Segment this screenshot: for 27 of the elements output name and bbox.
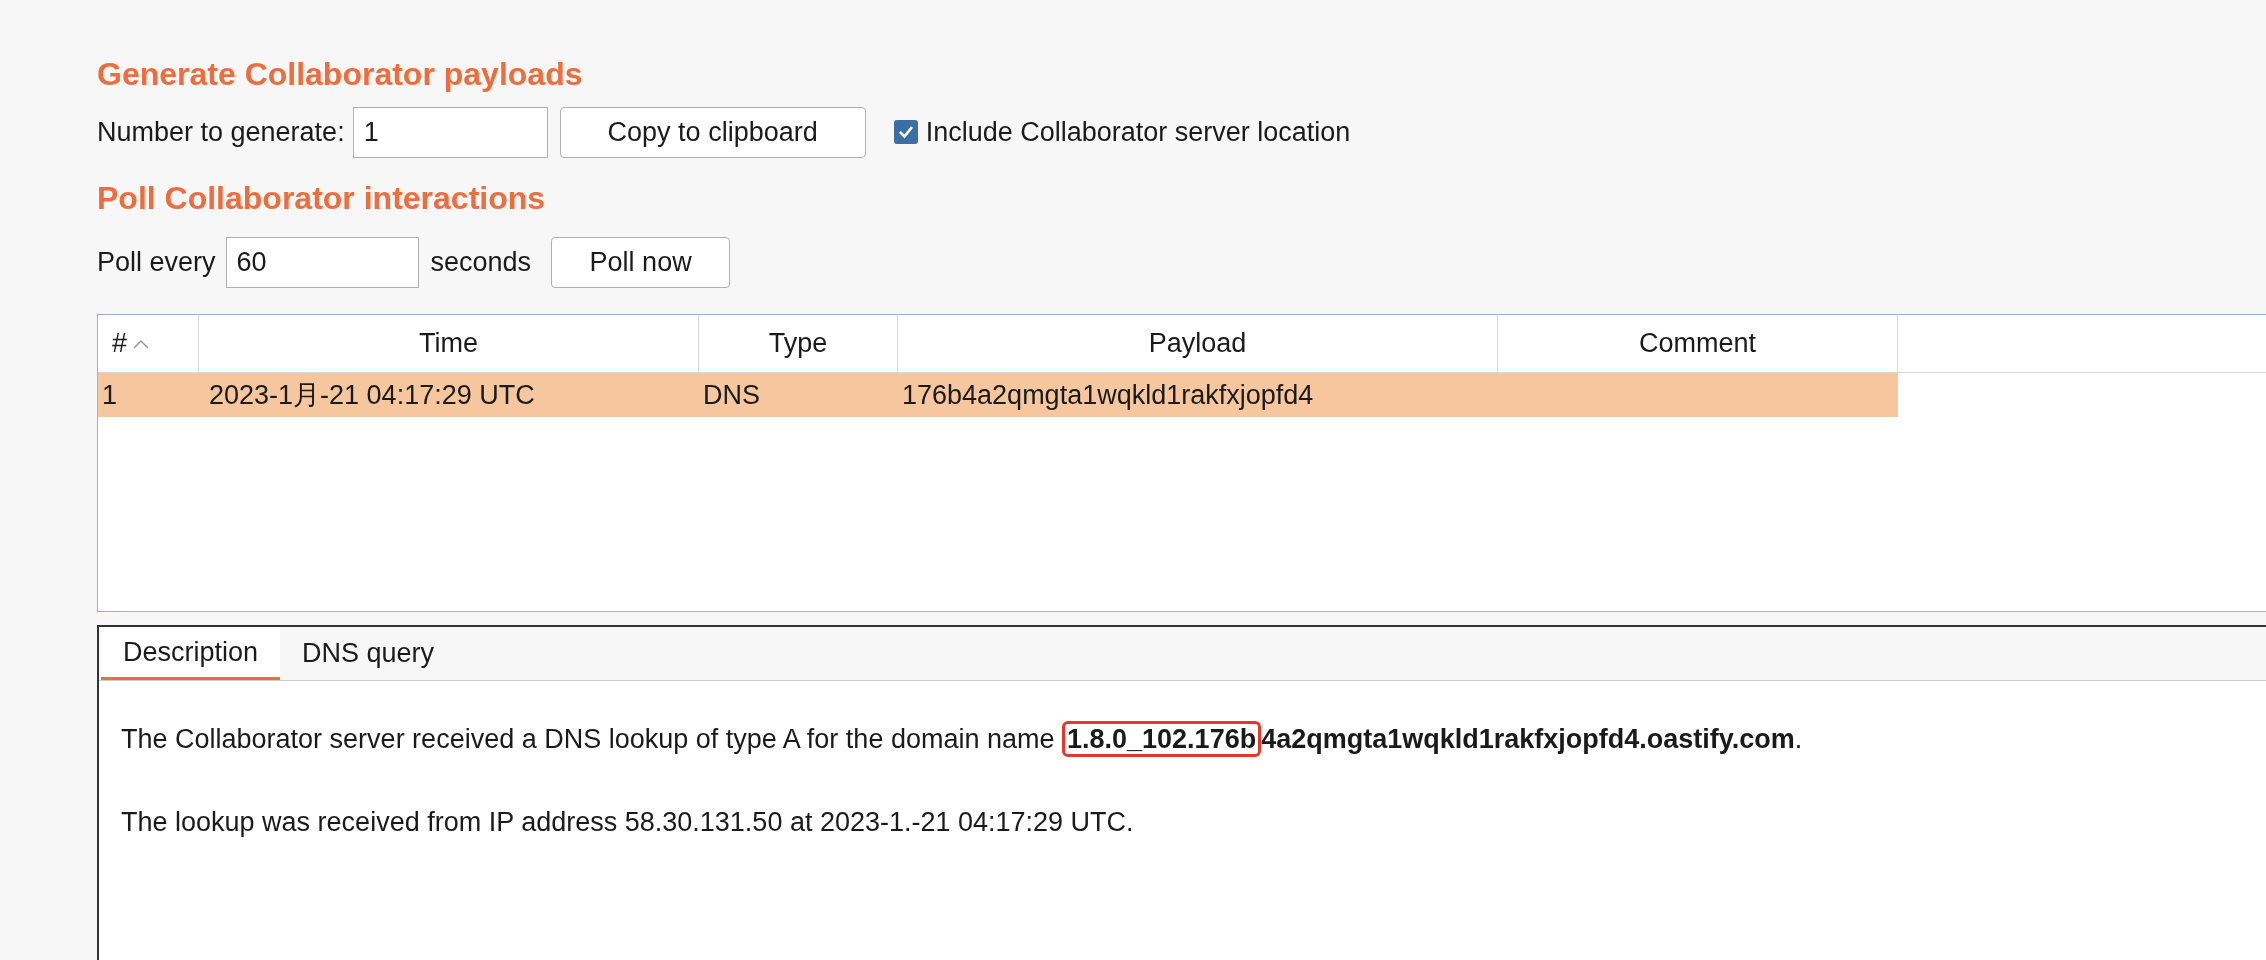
field-label: Number to generate: <box>97 115 345 149</box>
table-row[interactable]: 1 2023-1月-21 04:17:29 UTC DNS 176b4a2qmgta1wqkld1rakfxjopfd4 <box>98 373 1898 417</box>
column-header[interactable]: Type <box>699 315 898 372</box>
tab[interactable]: Description <box>101 627 281 680</box>
table-cell: DNS <box>703 379 760 410</box>
column-header[interactable]: # <box>98 315 199 372</box>
table-cell: 176b4a2qmgta1wqkld1rakfxjopfd4 <box>902 379 1314 410</box>
lookup-source: The lookup was received from IP address 58.30.131.50 at 2023-1.-21 04:17:29 UTC. <box>121 805 1134 839</box>
section-heading: Generate Collaborator payloads <box>97 55 583 94</box>
field-label: Poll every <box>97 245 216 279</box>
highlight-box: 1.8.0_102.176b <box>1062 721 1262 757</box>
table-cell: 1 <box>102 379 118 410</box>
interval-field[interactable]: 60 <box>225 236 419 288</box>
section-heading: Poll Collaborator interactions <box>97 179 546 218</box>
column-header[interactable]: Payload <box>898 315 1498 372</box>
column-header[interactable]: Comment <box>1498 315 1898 372</box>
checkbox[interactable] <box>893 120 918 144</box>
number-field[interactable]: 1 <box>352 106 548 158</box>
lookup-description: The Collaborator server received a DNS lookup of type A for the domain name 1.8.0_102.176b 4a2qmgta1wqkld1rakfxjopfd4.oastify.com. <box>121 719 1803 760</box>
copy-button[interactable]: Copy to clipboard <box>559 106 866 158</box>
sort-icon <box>133 338 150 349</box>
field-label: seconds <box>430 245 532 279</box>
poll-now-button[interactable]: Poll now <box>551 236 731 288</box>
column-header[interactable]: Time <box>199 315 699 372</box>
table-cell: 2023-1月-21 04:17:29 UTC <box>209 379 535 410</box>
checkbox-label: Include Collaborator server location <box>925 115 1351 149</box>
tab[interactable]: DNS query <box>280 627 457 680</box>
